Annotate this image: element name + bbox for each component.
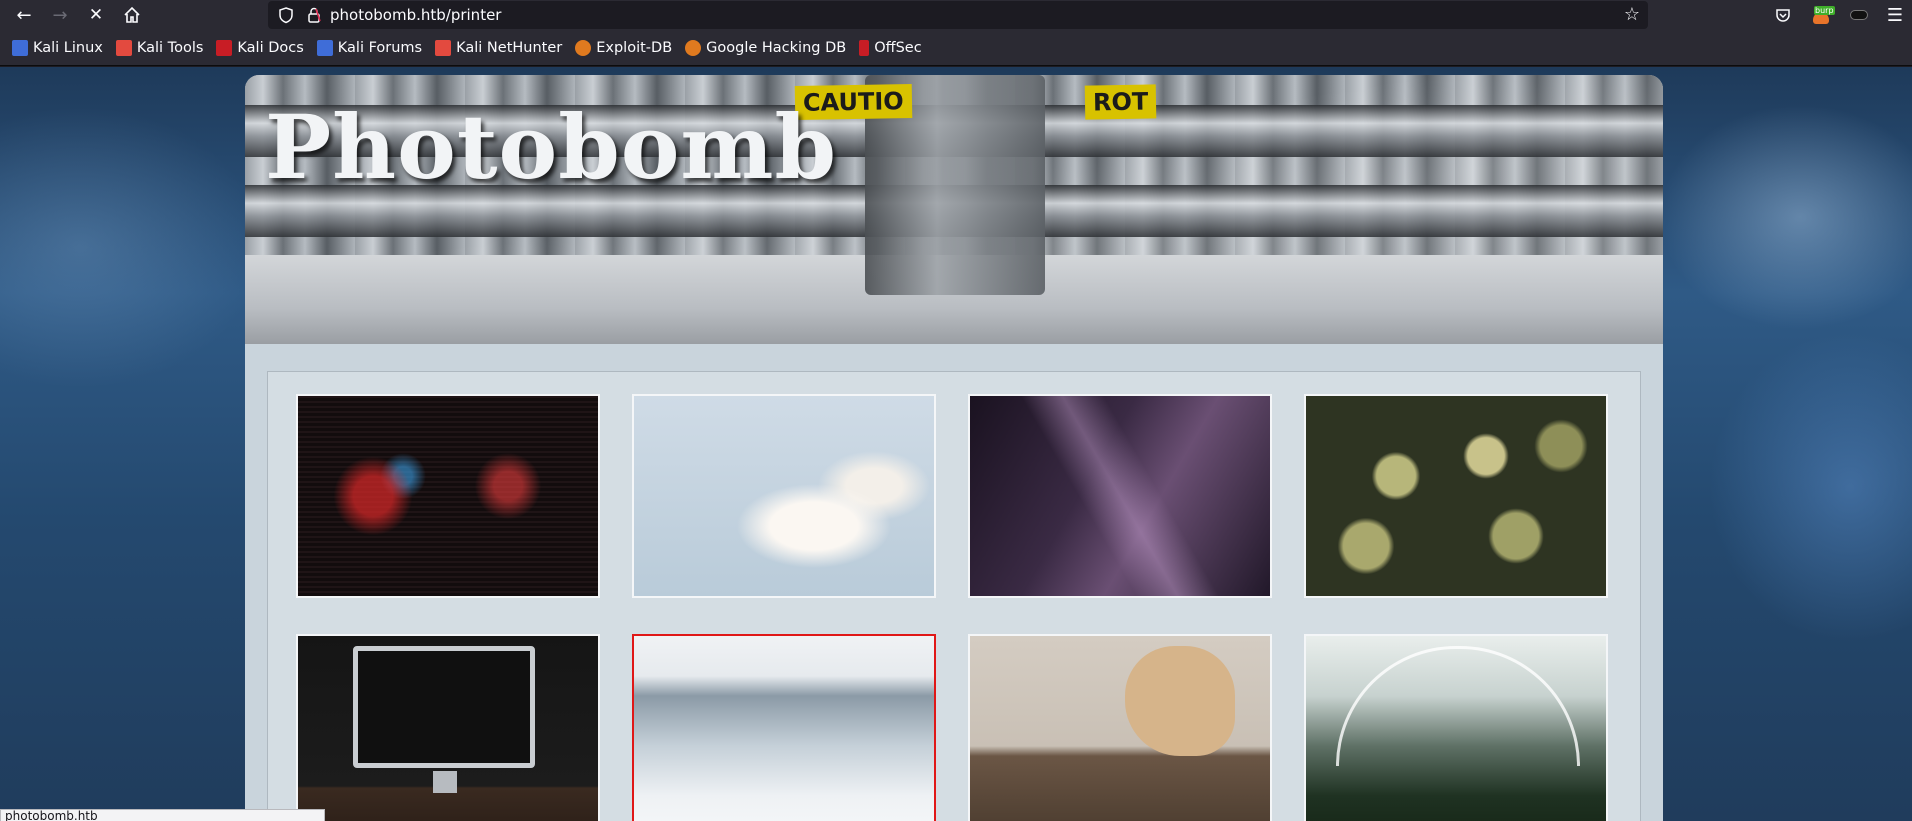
kali-tools-icon bbox=[115, 40, 132, 56]
lock-icon[interactable] bbox=[305, 6, 323, 24]
shield-icon[interactable] bbox=[277, 6, 295, 24]
guitar-body bbox=[1125, 646, 1235, 756]
kali-docs-icon bbox=[216, 40, 233, 56]
url-bar[interactable]: photobomb.htb/printer ☆ bbox=[268, 1, 1648, 29]
bookmark-kali-docs[interactable]: Kali Docs bbox=[216, 40, 304, 56]
bookmark-kali-linux[interactable]: Kali Linux bbox=[12, 40, 103, 56]
computer-monitor bbox=[353, 646, 535, 768]
offsec-icon bbox=[859, 40, 870, 56]
browser-toolbar: ← → ✕ photobomb.htb/printer ☆ burp ☰ bbox=[0, 0, 1912, 31]
photo-thumbnail[interactable] bbox=[1304, 634, 1608, 821]
home-icon[interactable] bbox=[118, 1, 146, 29]
photo-thumbnail[interactable] bbox=[968, 634, 1272, 821]
star-icon[interactable]: ☆ bbox=[1624, 4, 1640, 25]
extension-icon[interactable] bbox=[1848, 4, 1870, 26]
burp-extension-icon[interactable]: burp bbox=[1810, 4, 1835, 26]
page-viewport: CAUTIO ROT Photobomb bbox=[0, 67, 1912, 821]
hamburger-menu-icon[interactable]: ☰ bbox=[1884, 4, 1906, 26]
url-text[interactable]: photobomb.htb/printer bbox=[330, 6, 501, 24]
photo-gallery bbox=[267, 371, 1641, 821]
kali-forums-icon bbox=[316, 40, 333, 56]
kali-dragon-icon bbox=[12, 40, 28, 56]
forward-arrow-icon[interactable]: → bbox=[46, 1, 74, 29]
page-container: CAUTIO ROT Photobomb bbox=[245, 75, 1663, 821]
pocket-icon[interactable] bbox=[1772, 4, 1794, 26]
stop-loading-icon[interactable]: ✕ bbox=[82, 1, 110, 29]
ghdb-icon bbox=[685, 40, 702, 56]
status-link-preview: photobomb.htb bbox=[0, 809, 325, 821]
caution-sticker: ROT bbox=[1084, 84, 1157, 120]
printer-banner-image: CAUTIO ROT Photobomb bbox=[245, 75, 1663, 344]
bookmark-offsec[interactable]: OffSec bbox=[859, 40, 922, 56]
bookmark-kali-tools[interactable]: Kali Tools bbox=[115, 40, 203, 56]
photo-thumbnail[interactable] bbox=[632, 394, 936, 598]
back-arrow-icon[interactable]: ← bbox=[10, 1, 38, 29]
page-title: Photobomb bbox=[265, 95, 838, 199]
greenhouse-arch bbox=[1336, 646, 1580, 766]
bookmark-exploit-db[interactable]: Exploit-DB bbox=[575, 40, 672, 56]
bookmark-kali-nethunter[interactable]: Kali NetHunter bbox=[435, 40, 562, 56]
monitor-stand bbox=[433, 771, 457, 793]
photo-thumbnail[interactable] bbox=[968, 394, 1272, 598]
exploit-db-icon bbox=[575, 40, 592, 56]
photo-thumbnail[interactable] bbox=[296, 634, 600, 821]
photo-thumbnail-selected[interactable] bbox=[632, 634, 936, 821]
bookmarks-bar: Kali Linux Kali Tools Kali Docs Kali For… bbox=[0, 31, 1912, 66]
bookmark-kali-forums[interactable]: Kali Forums bbox=[316, 40, 422, 56]
photo-thumbnail[interactable] bbox=[296, 394, 600, 598]
photo-thumbnail[interactable] bbox=[1304, 394, 1608, 598]
nethunter-icon bbox=[435, 40, 452, 56]
bookmark-google-hacking-db[interactable]: Google Hacking DB bbox=[685, 40, 846, 56]
burp-badge: burp bbox=[1814, 6, 1835, 15]
